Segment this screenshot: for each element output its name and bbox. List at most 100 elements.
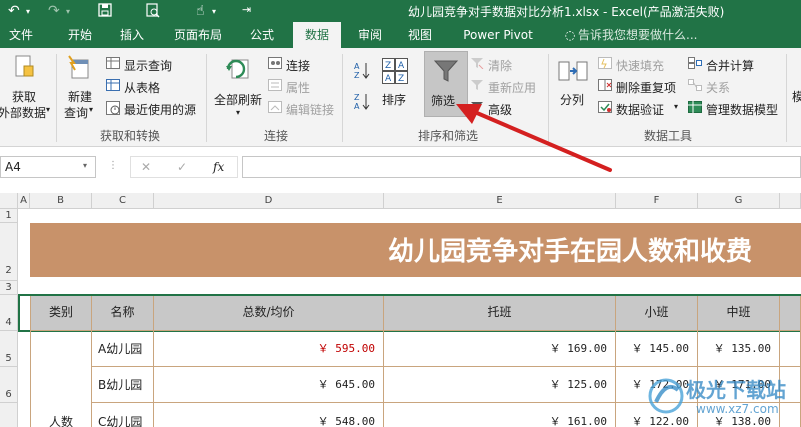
svg-text:A: A bbox=[398, 61, 405, 71]
get-external-data-label2[interactable]: 外部数据 bbox=[0, 104, 46, 121]
chevron-down-icon[interactable]: ▾ bbox=[674, 102, 678, 111]
tab-power-pivot[interactable]: Power Pivot bbox=[456, 22, 540, 48]
save-icon[interactable] bbox=[98, 3, 112, 20]
column-header-b[interactable]: B bbox=[30, 193, 92, 209]
redo-dropdown-icon[interactable]: ▾ bbox=[66, 7, 70, 16]
tab-file[interactable]: 文件 bbox=[0, 22, 42, 48]
tell-me-search[interactable]: 告诉我您想要做什么... bbox=[578, 22, 708, 48]
tuoban-cell[interactable]: ￥ 169.00 bbox=[384, 331, 616, 367]
chevron-down-icon[interactable]: ▾ bbox=[89, 105, 93, 114]
sort-az-icon[interactable]: AZ bbox=[354, 61, 370, 82]
more-options-icon[interactable]: ⋮ bbox=[108, 160, 118, 171]
tab-view[interactable]: 视图 bbox=[400, 22, 440, 48]
refresh-all-icon[interactable] bbox=[224, 56, 252, 85]
forecast-group-partial[interactable]: 模 bbox=[792, 88, 801, 105]
xiaoban-cell[interactable]: ￥ 145.00 bbox=[616, 331, 698, 367]
connections-button[interactable]: 连接 bbox=[286, 57, 310, 74]
column-header-a[interactable]: A bbox=[18, 193, 30, 209]
get-external-data-label[interactable]: 获取 bbox=[12, 88, 36, 105]
title-bar: ↶ ▾ ↷ ▾ ☝ ▾ ⇥ 幼儿园竞争对手数据对比分析1.xlsx - Exce… bbox=[0, 0, 801, 22]
from-table-icon[interactable] bbox=[106, 79, 120, 94]
edit-links-button: 编辑链接 bbox=[286, 103, 335, 117]
column-header-e[interactable]: E bbox=[384, 193, 616, 209]
row-header-4[interactable]: 4 bbox=[0, 295, 18, 331]
header-cell-tuoban[interactable]: 托班 bbox=[384, 296, 616, 331]
consolidate-icon[interactable] bbox=[688, 57, 702, 72]
manage-data-model-button[interactable]: 管理数据模型 bbox=[706, 101, 778, 118]
undo-dropdown-icon[interactable]: ▾ bbox=[26, 7, 30, 16]
column-header-f[interactable]: F bbox=[616, 193, 698, 209]
chevron-down-icon[interactable]: ▾ bbox=[46, 105, 50, 114]
show-query-icon[interactable] bbox=[106, 57, 120, 72]
from-table-button[interactable]: 从表格 bbox=[124, 79, 160, 96]
sort-za-icon[interactable]: ZA bbox=[354, 92, 370, 113]
refresh-all-button[interactable]: 全部刷新 bbox=[214, 91, 262, 108]
name-cell[interactable]: C幼儿园 bbox=[92, 403, 154, 427]
chevron-down-icon[interactable]: ▾ bbox=[236, 108, 240, 117]
column-header-d[interactable]: D bbox=[154, 193, 384, 209]
row-header-2[interactable]: 2 bbox=[0, 223, 18, 281]
data-validation-button[interactable]: 数据验证 bbox=[616, 101, 664, 118]
undo-icon[interactable]: ↶ bbox=[8, 3, 20, 19]
new-query-label[interactable]: 新建 bbox=[68, 88, 92, 105]
sort-button[interactable]: 排序 bbox=[382, 91, 406, 108]
tuoban-cell[interactable]: ￥ 161.00 bbox=[384, 403, 616, 427]
enter-icon[interactable]: ✓ bbox=[177, 160, 187, 174]
properties-icon bbox=[268, 79, 282, 94]
header-cell-name[interactable]: 名称 bbox=[92, 296, 154, 331]
total-cell[interactable]: ￥ 548.00 bbox=[154, 403, 384, 427]
total-cell[interactable]: ￥ 645.00 bbox=[154, 367, 384, 403]
header-cell-partial[interactable] bbox=[780, 296, 801, 331]
flash-fill-icon bbox=[598, 57, 612, 72]
sort-dialog-icon[interactable]: ZAAZ bbox=[382, 58, 408, 87]
tab-page-layout[interactable]: 页面布局 bbox=[166, 22, 230, 48]
header-cell-xiaoban[interactable]: 小班 bbox=[616, 296, 698, 331]
zhongban-cell[interactable]: ￥ 135.00 bbox=[698, 331, 780, 367]
print-preview-icon[interactable] bbox=[146, 3, 160, 21]
row-header-1[interactable]: 1 bbox=[0, 209, 18, 223]
tab-insert[interactable]: 插入 bbox=[112, 22, 152, 48]
name-box[interactable]: A4 ▾ bbox=[0, 156, 96, 178]
redo-icon[interactable]: ↷ bbox=[48, 3, 60, 19]
header-cell-zhongban[interactable]: 中班 bbox=[698, 296, 780, 331]
remove-duplicates-button[interactable]: 删除重复项 bbox=[616, 79, 676, 96]
category-cell[interactable]: 人数 bbox=[30, 331, 92, 427]
manage-data-model-icon[interactable] bbox=[688, 101, 702, 116]
new-query-icon[interactable] bbox=[66, 54, 92, 85]
relationships-button: 关系 bbox=[706, 81, 731, 95]
total-cell[interactable]: ￥ 595.00 bbox=[154, 331, 384, 367]
tab-formulas[interactable]: 公式 bbox=[242, 22, 282, 48]
select-all-corner[interactable] bbox=[0, 193, 18, 209]
tab-review[interactable]: 审阅 bbox=[350, 22, 390, 48]
get-external-data-icon[interactable] bbox=[14, 54, 36, 83]
insert-function-icon[interactable]: fx bbox=[213, 160, 224, 174]
text-to-columns-icon[interactable] bbox=[558, 58, 588, 87]
name-cell[interactable]: B幼儿园 bbox=[92, 367, 154, 403]
show-query-button[interactable]: 显示查询 bbox=[124, 57, 172, 74]
new-query-label2[interactable]: 查询 bbox=[64, 104, 88, 121]
partial-cell[interactable] bbox=[780, 331, 801, 367]
customize-qat-icon[interactable]: ⇥ bbox=[242, 3, 251, 16]
chevron-down-icon[interactable]: ▾ bbox=[83, 161, 87, 170]
consolidate-button[interactable]: 合并计算 bbox=[706, 57, 754, 74]
header-cell-category[interactable]: 类别 bbox=[30, 296, 92, 331]
row-header-6[interactable]: 6 bbox=[0, 367, 18, 403]
row-header-5[interactable]: 5 bbox=[0, 331, 18, 367]
column-header-c[interactable]: C bbox=[92, 193, 154, 209]
annotation-arrow-icon bbox=[456, 104, 612, 172]
recent-sources-icon[interactable] bbox=[106, 101, 120, 118]
row-header-7[interactable] bbox=[0, 403, 18, 427]
column-header-h[interactable] bbox=[780, 193, 801, 209]
header-cell-total[interactable]: 总数/均价 bbox=[154, 296, 384, 331]
row-header-3[interactable]: 3 bbox=[0, 281, 18, 295]
tab-home[interactable]: 开始 bbox=[60, 22, 100, 48]
recent-sources-button[interactable]: 最近使用的源 bbox=[124, 101, 196, 118]
column-header-g[interactable]: G bbox=[698, 193, 780, 209]
cancel-icon[interactable]: ✕ bbox=[141, 160, 151, 174]
name-cell[interactable]: A幼儿园 bbox=[92, 331, 154, 367]
connections-icon[interactable] bbox=[268, 57, 282, 72]
touch-dropdown-icon[interactable]: ▾ bbox=[212, 7, 216, 16]
tuoban-cell[interactable]: ￥ 125.00 bbox=[384, 367, 616, 403]
tab-data[interactable]: 数据 bbox=[293, 22, 341, 48]
touch-mode-icon[interactable]: ☝ bbox=[196, 3, 205, 19]
